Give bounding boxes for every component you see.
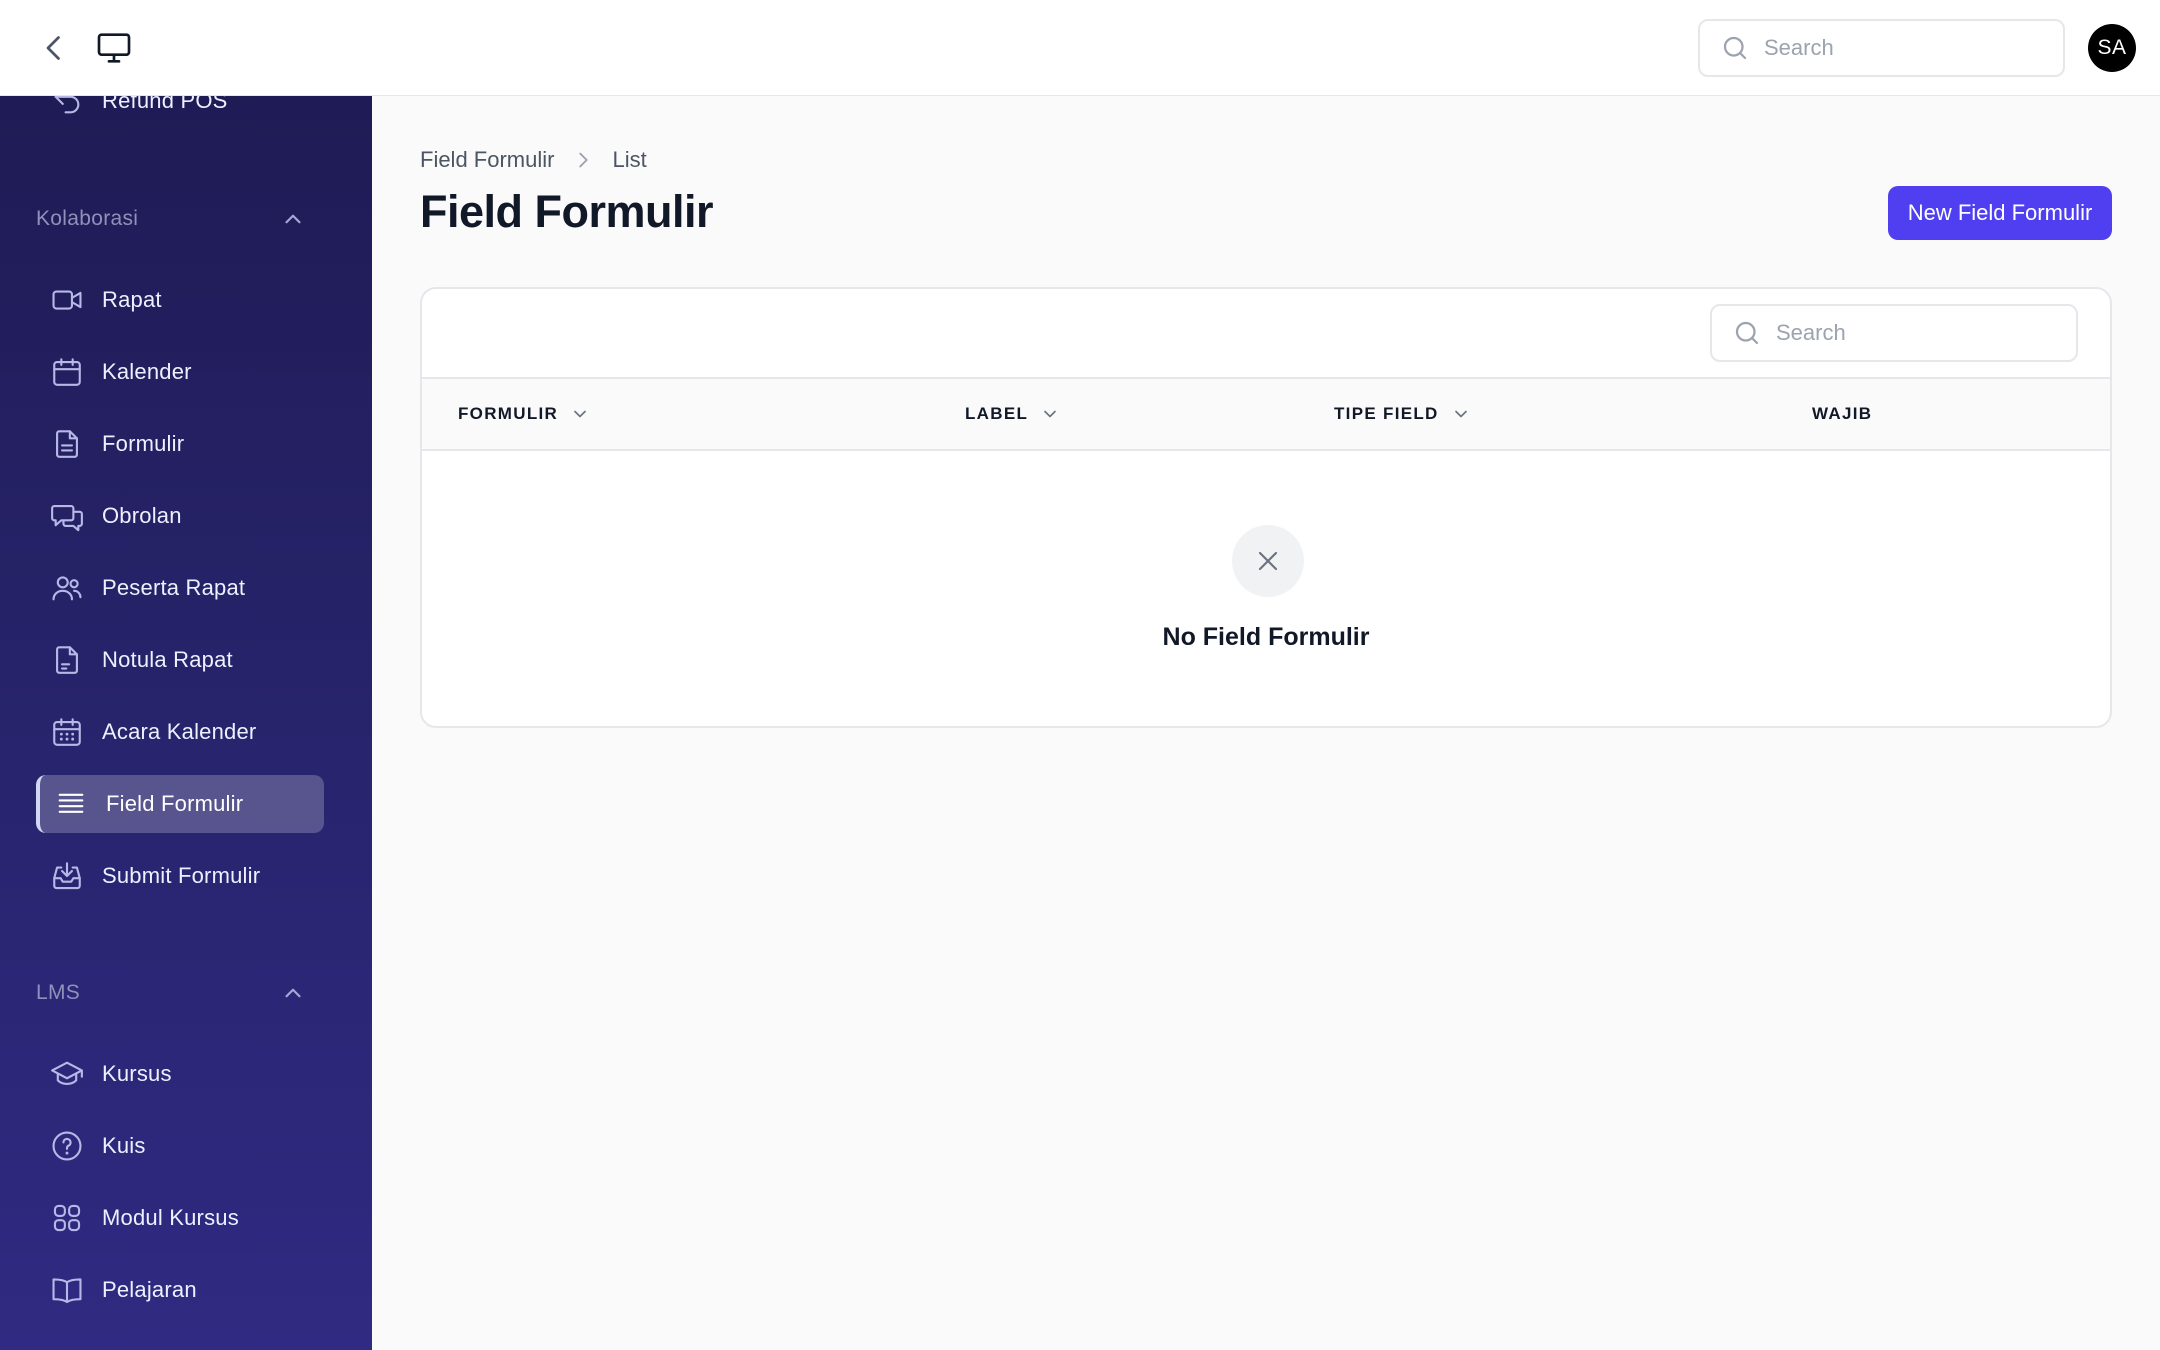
breadcrumb-link-field-formulir[interactable]: Field Formulir: [420, 147, 554, 173]
search-icon: [1720, 33, 1750, 63]
monitor-icon[interactable]: [94, 28, 134, 68]
sidebar-item-refund-pos[interactable]: Refund POS: [36, 96, 324, 130]
chevron-down-icon: [570, 404, 590, 424]
sidebar-group-kolaborasi[interactable]: Kolaborasi: [36, 199, 306, 239]
sidebar-item-modul-kursus[interactable]: Modul Kursus: [36, 1189, 324, 1247]
sidebar-item-label: Peserta Rapat: [102, 575, 246, 600]
sidebar-item-label: Refund POS: [102, 96, 228, 113]
sidebar-item-label: Pelajaran: [102, 1277, 197, 1302]
table-header: FORMULIR LABEL TIPE FIELD WAJIB: [422, 377, 2110, 451]
empty-state-message: No Field Formulir: [1162, 623, 1370, 651]
users-icon: [50, 571, 84, 605]
document-text-icon: [50, 643, 84, 677]
global-search-input[interactable]: [1764, 35, 2044, 61]
sidebar-item-obrolan[interactable]: Obrolan: [36, 487, 324, 545]
user-avatar[interactable]: SA: [2088, 24, 2136, 72]
back-chevron-icon[interactable]: [36, 30, 72, 66]
sidebar-item-acara-kalender[interactable]: Acara Kalender: [36, 703, 324, 761]
sidebar-group-label: LMS: [36, 981, 81, 1004]
inbox-download-icon: [50, 859, 84, 893]
column-header-label: LABEL: [965, 404, 1029, 423]
column-header-label: WAJIB: [1812, 404, 1873, 423]
chat-icon: [50, 499, 84, 533]
sidebar-item-label: Rapat: [102, 287, 162, 312]
question-circle-icon: [50, 1129, 84, 1163]
close-icon: [1232, 525, 1304, 597]
sidebar-item-label: Kalender: [102, 359, 192, 384]
column-header-formulir[interactable]: FORMULIR: [458, 379, 590, 449]
sidebar-item-label: Kuis: [102, 1133, 146, 1158]
academic-cap-icon: [50, 1057, 84, 1091]
table-search-input[interactable]: [1776, 320, 2056, 346]
chevron-up-icon: [280, 206, 306, 232]
sidebar-item-kuis[interactable]: Kuis: [36, 1117, 324, 1175]
new-field-formulir-button[interactable]: New Field Formulir: [1888, 186, 2112, 240]
sidebar: Refund POS Kolaborasi Rapat Kalender For…: [0, 96, 372, 1350]
global-search[interactable]: [1698, 19, 2065, 77]
sidebar-item-label: Acara Kalender: [102, 719, 257, 744]
breadcrumb-current: List: [612, 147, 647, 172]
sidebar-item-label: Kursus: [102, 1061, 172, 1086]
sidebar-item-field-formulir[interactable]: Field Formulir: [36, 775, 324, 833]
sidebar-item-pelajaran[interactable]: Pelajaran: [36, 1261, 324, 1319]
sidebar-item-peserta-rapat[interactable]: Peserta Rapat: [36, 559, 324, 617]
top-bar: SA: [0, 0, 2160, 96]
sidebar-group-lms[interactable]: LMS: [36, 973, 306, 1013]
sidebar-item-formulir[interactable]: Formulir: [36, 415, 324, 473]
chevron-up-icon: [280, 980, 306, 1006]
video-icon: [50, 283, 84, 317]
sidebar-item-submit-formulir[interactable]: Submit Formulir: [36, 847, 324, 905]
chevron-down-icon: [1451, 404, 1471, 424]
chevron-right-icon: [572, 149, 594, 171]
calendar-days-icon: [50, 715, 84, 749]
sidebar-item-label: Field Formulir: [106, 791, 244, 816]
table-card: FORMULIR LABEL TIPE FIELD WAJIB No Field…: [420, 287, 2112, 728]
sidebar-item-label: Submit Formulir: [102, 863, 261, 888]
sidebar-item-label: Obrolan: [102, 503, 182, 528]
document-icon: [50, 427, 84, 461]
sidebar-item-label: Notula Rapat: [102, 647, 233, 672]
sidebar-item-notula-rapat[interactable]: Notula Rapat: [36, 631, 324, 689]
sidebar-item-rapat[interactable]: Rapat: [36, 271, 324, 329]
column-header-label: TIPE FIELD: [1334, 404, 1439, 423]
grid-icon: [50, 1201, 84, 1235]
sidebar-item-kalender[interactable]: Kalender: [36, 343, 324, 401]
sidebar-item-kursus[interactable]: Kursus: [36, 1045, 324, 1103]
list-icon: [54, 787, 88, 821]
sidebar-item-label: Formulir: [102, 431, 185, 456]
book-open-icon: [50, 1273, 84, 1307]
search-icon: [1732, 318, 1762, 348]
chevron-down-icon: [1040, 404, 1060, 424]
column-header-label[interactable]: LABEL: [965, 379, 1060, 449]
column-header-label: FORMULIR: [458, 404, 559, 423]
breadcrumb: Field Formulir List: [420, 144, 647, 176]
column-header-tipe-field[interactable]: TIPE FIELD: [1334, 379, 1471, 449]
column-header-wajib: WAJIB: [1812, 379, 1872, 449]
page-title: Field Formulir: [420, 186, 714, 237]
table-search[interactable]: [1710, 304, 2078, 362]
sidebar-item-label: Modul Kursus: [102, 1205, 239, 1230]
sidebar-group-label: Kolaborasi: [36, 207, 139, 230]
calendar-icon: [50, 355, 84, 389]
undo-icon: [50, 96, 84, 118]
